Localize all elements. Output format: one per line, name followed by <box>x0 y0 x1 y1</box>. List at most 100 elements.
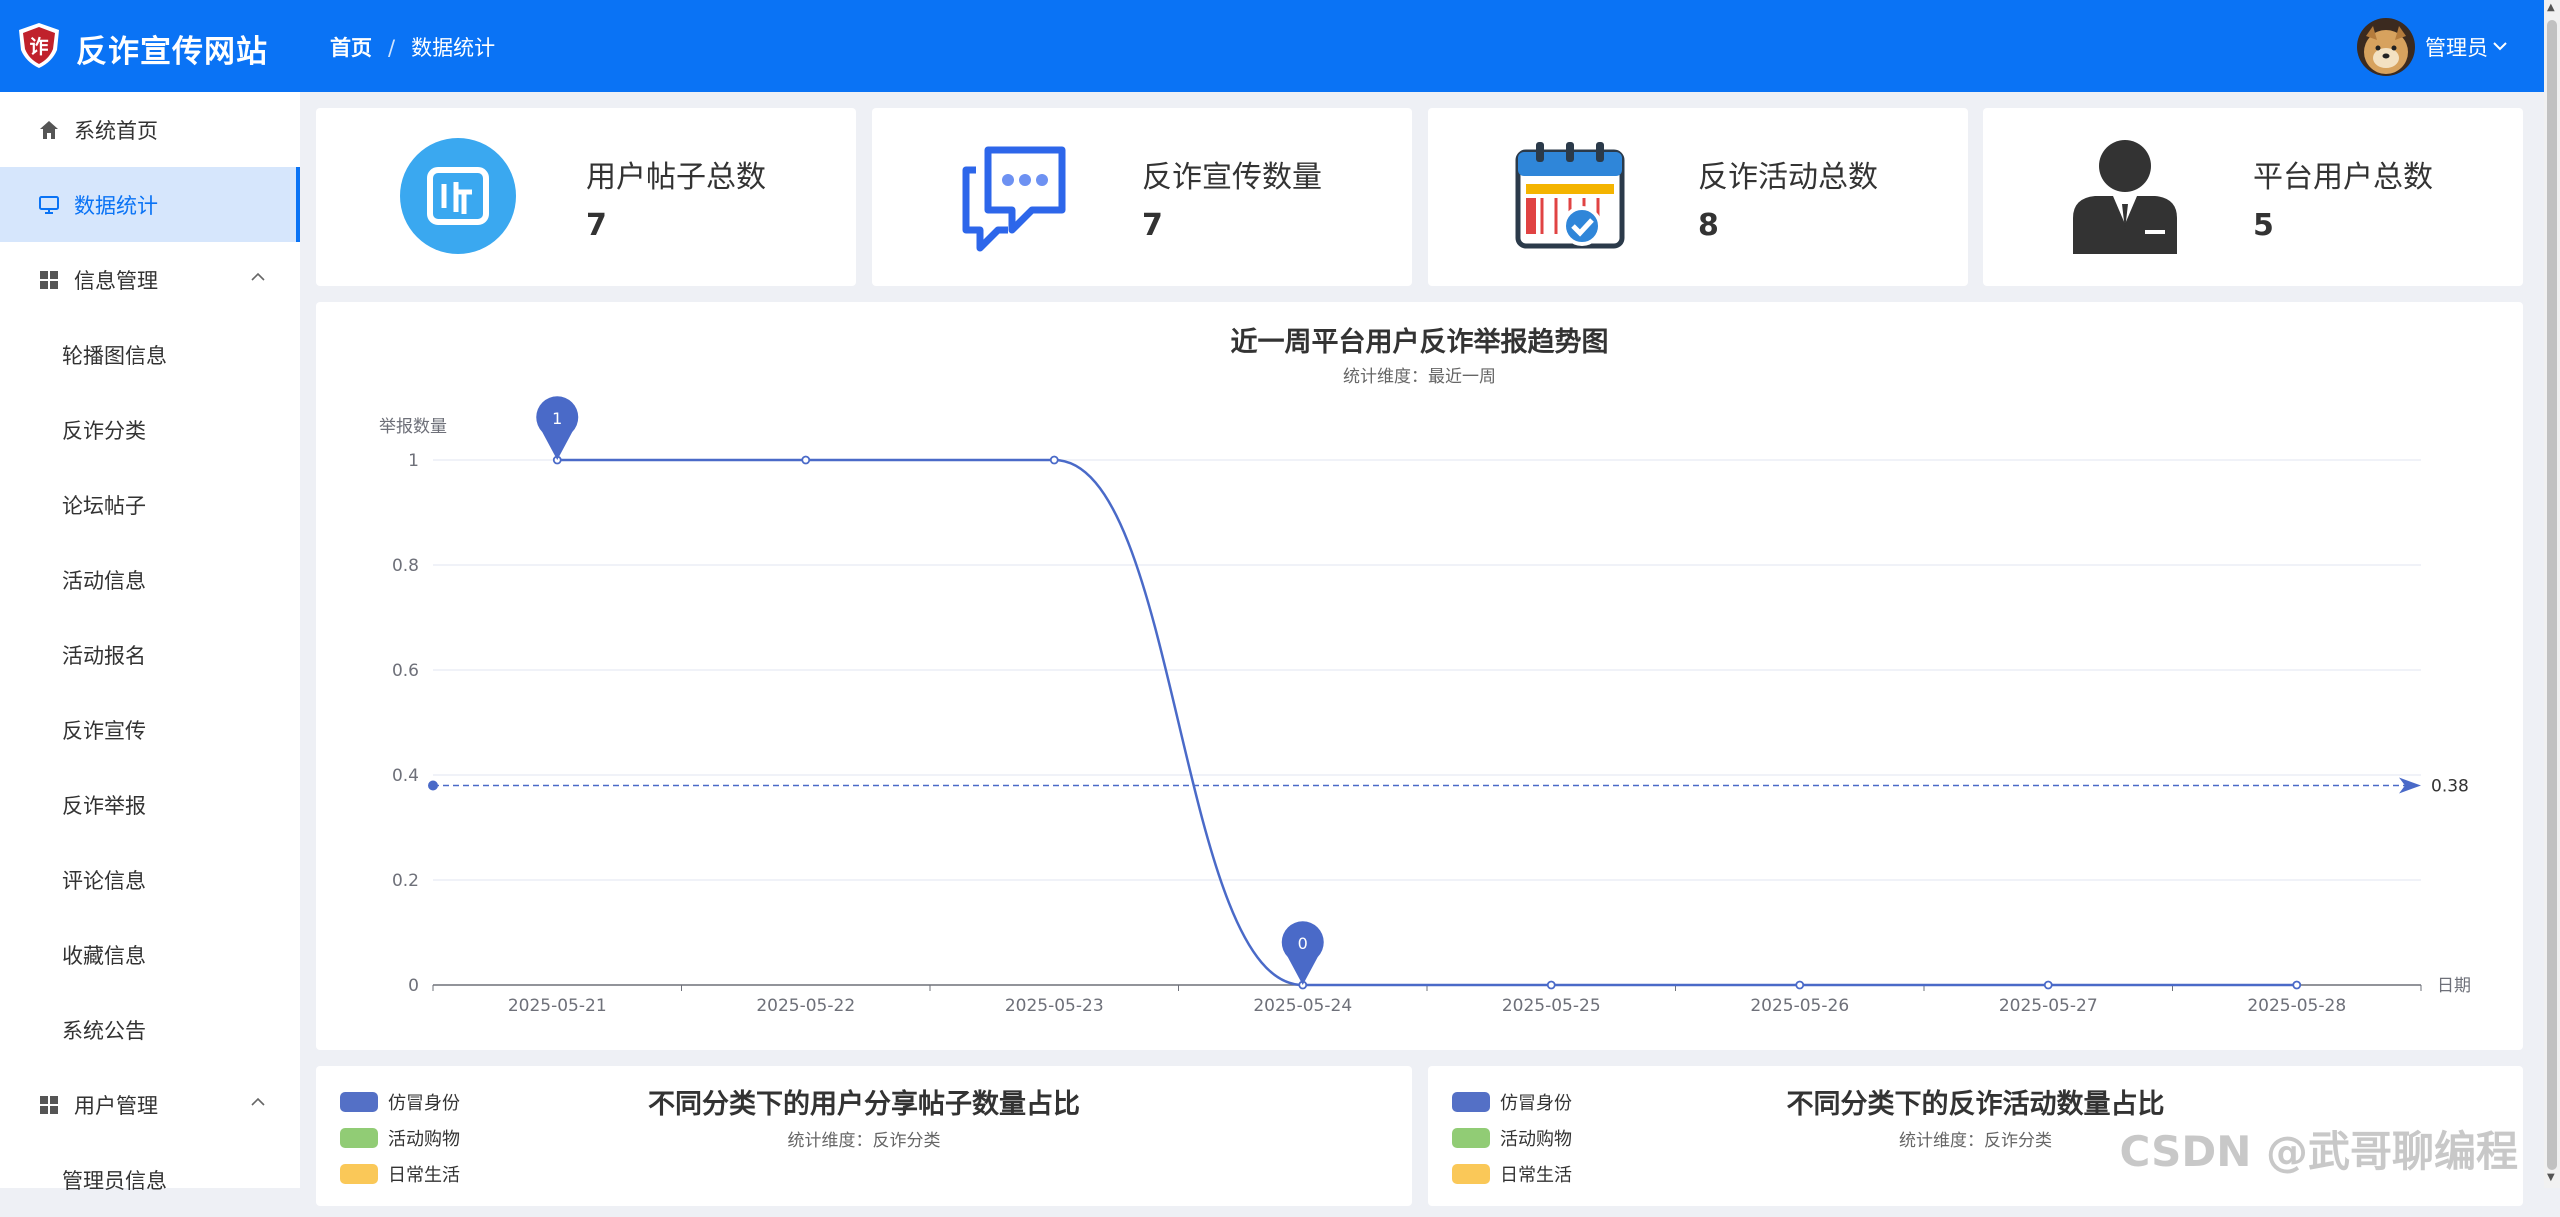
y-tick-label: 1 <box>408 451 419 471</box>
sidebar-item-statistics[interactable]: 数据统计 <box>0 167 300 242</box>
mark-point-pin <box>1281 921 1324 985</box>
stat-label: 平台用户总数 <box>2253 160 2433 195</box>
sidebar-item-favorites[interactable]: 收藏信息 <box>0 917 300 992</box>
sidebar-item-fraud-category[interactable]: 反诈分类 <box>0 392 300 467</box>
stat-value: 8 <box>1698 208 1719 243</box>
stat-card-posts[interactable]: 用户帖子总数 7 <box>316 108 856 286</box>
x-tick-label: 2025-05-24 <box>1253 996 1352 1016</box>
stat-label: 反诈宣传数量 <box>1142 160 1322 195</box>
sidebar-item-activities[interactable]: 活动信息 <box>0 542 300 617</box>
y-axis-name: 举报数量 <box>379 417 447 437</box>
mark-point-label: 0 <box>1298 934 1308 953</box>
mark-line-arrow-icon <box>2399 777 2421 794</box>
mark-line-label: 0.38 <box>2431 777 2469 797</box>
person-icon <box>2063 134 2187 258</box>
pie-title: 不同分类下的反诈活动数量占比 <box>1786 1089 2165 1120</box>
y-tick-label: 0.2 <box>392 871 419 891</box>
sidebar-item-label: 系统公告 <box>62 1018 146 1043</box>
x-tick-label: 2025-05-23 <box>1005 996 1104 1016</box>
line-chart-svg: 0 0.2 0.4 0.6 0.8 1 2025-05-21 2025-05-22 2025-0… <box>379 396 2471 1016</box>
x-tick-label: 2025-05-26 <box>1750 996 1849 1016</box>
sidebar-group-user-management[interactable]: 用户管理 <box>0 1067 300 1142</box>
legend-item[interactable]: 日常生活 <box>340 1156 460 1192</box>
data-point <box>1049 455 1059 465</box>
sidebar-item-carousel[interactable]: 轮播图信息 <box>0 317 300 392</box>
data-point <box>1795 980 1805 990</box>
y-tick-label: 0.4 <box>392 766 419 786</box>
sidebar: 系统首页 数据统计 信息管理 轮播图信息 反诈分类 论坛帖子 活动信息 活动报名… <box>0 92 300 1193</box>
scrollbar-thumb[interactable] <box>2547 20 2557 1170</box>
sidebar-item-label: 数据统计 <box>74 193 158 218</box>
watermark: CSDN @武哥聊编程 <box>2119 1127 2519 1176</box>
shield-logo-icon[interactable]: 诈 <box>14 20 64 70</box>
x-tick-label: 2025-05-25 <box>1502 996 1601 1016</box>
stat-card-users[interactable]: 平台用户总数 5 <box>1983 108 2523 286</box>
y-tick-label: 0.8 <box>392 556 419 576</box>
top-header: 诈 反诈宣传网站 首页 / 数据统计 管理员 <box>0 0 2544 92</box>
chat-icon <box>952 134 1076 258</box>
scroll-up-arrow-icon[interactable]: ▲ <box>2547 2 2555 13</box>
stat-value: 7 <box>1142 208 1163 243</box>
legend-item[interactable]: 日常生活 <box>1452 1156 1572 1192</box>
mark-point-pin <box>536 396 579 460</box>
sidebar-item-home[interactable]: 系统首页 <box>0 92 300 167</box>
data-point <box>1546 980 1556 990</box>
chevron-up-icon <box>250 270 266 286</box>
sidebar-item-label: 收藏信息 <box>62 943 146 968</box>
sidebar-item-comments[interactable]: 评论信息 <box>0 842 300 917</box>
sidebar-item-propaganda[interactable]: 反诈宣传 <box>0 692 300 767</box>
series-line <box>557 458 2297 987</box>
sidebar-group-info-management[interactable]: 信息管理 <box>0 242 300 317</box>
user-name[interactable]: 管理员 <box>2425 32 2488 62</box>
y-tick-label: 0.6 <box>392 661 419 681</box>
sidebar-item-label: 反诈分类 <box>62 418 146 443</box>
sidebar-item-notices[interactable]: 系统公告 <box>0 992 300 1067</box>
chevron-up-icon <box>250 1095 266 1111</box>
scroll-down-arrow-icon[interactable]: ▼ <box>2547 1172 2555 1183</box>
mark-point-label: 1 <box>552 409 562 428</box>
chevron-down-icon[interactable] <box>2492 39 2508 55</box>
user-menu[interactable]: 管理员 <box>2357 18 2508 76</box>
data-point <box>2292 980 2302 990</box>
sidebar-item-label: 反诈举报 <box>62 793 146 818</box>
sidebar-item-activity-signup[interactable]: 活动报名 <box>0 617 300 692</box>
sidebar-item-label: 活动信息 <box>62 568 146 593</box>
grid-icon <box>38 1094 60 1116</box>
sidebar-item-label: 信息管理 <box>74 268 158 293</box>
legend-swatch <box>340 1164 378 1184</box>
sidebar-item-label: 评论信息 <box>62 868 146 893</box>
sidebar-item-admin-info[interactable]: 管理员信息 <box>0 1142 300 1217</box>
calendar-icon <box>1508 134 1632 258</box>
legend-label: 日常生活 <box>1500 1165 1572 1186</box>
legend-label: 日常生活 <box>388 1165 460 1186</box>
post-icon <box>396 134 520 258</box>
site-title[interactable]: 反诈宣传网站 <box>76 26 268 71</box>
stat-card-propaganda[interactable]: 反诈宣传数量 7 <box>872 108 1412 286</box>
breadcrumb-separator: / <box>388 36 396 60</box>
x-tick-label: 2025-05-28 <box>2247 996 2346 1016</box>
report-trend-chart-panel: 近一周平台用户反诈举报趋势图 统计维度：最近一周 0 0.2 0.4 0.6 0.8 1 2… <box>316 302 2523 1050</box>
stat-label: 反诈活动总数 <box>1698 160 1878 195</box>
y-tick-label: 0 <box>408 976 419 996</box>
stat-card-activities[interactable]: 反诈活动总数 8 <box>1428 108 1968 286</box>
logo-char: 诈 <box>29 36 48 58</box>
stat-value: 7 <box>586 208 607 243</box>
sidebar-item-label: 活动报名 <box>62 643 146 668</box>
avatar[interactable] <box>2357 18 2415 76</box>
breadcrumb: 首页 / 数据统计 <box>330 32 495 62</box>
monitor-icon <box>38 194 60 216</box>
data-point <box>2043 980 2053 990</box>
breadcrumb-current: 数据统计 <box>411 36 496 60</box>
breadcrumb-home[interactable]: 首页 <box>330 36 372 60</box>
x-tick-label: 2025-05-21 <box>508 996 607 1016</box>
sidebar-item-label: 系统首页 <box>74 118 158 143</box>
page-scrollbar[interactable]: ▲ ▼ <box>2544 0 2560 1188</box>
sidebar-item-reports[interactable]: 反诈举报 <box>0 767 300 842</box>
stat-label: 用户帖子总数 <box>586 160 766 195</box>
data-point <box>801 455 811 465</box>
sidebar-item-label: 轮播图信息 <box>62 343 167 368</box>
pie-subtitle: 统计维度：反诈分类 <box>787 1131 941 1151</box>
sidebar-item-forum-posts[interactable]: 论坛帖子 <box>0 467 300 542</box>
sidebar-item-label: 论坛帖子 <box>62 493 146 518</box>
home-icon <box>38 119 60 141</box>
